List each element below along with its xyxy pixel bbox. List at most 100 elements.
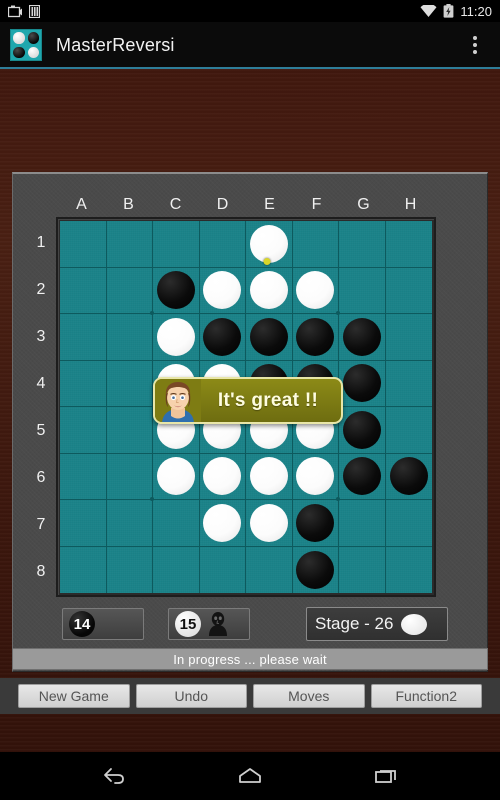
- board-cell-F8[interactable]: [292, 546, 339, 593]
- board-cell-B5[interactable]: [106, 407, 153, 454]
- board-cell-E7[interactable]: [246, 500, 293, 547]
- board-cell-H3[interactable]: [385, 314, 432, 361]
- board-cell-B3[interactable]: [106, 314, 153, 361]
- board-cell-D3[interactable]: [199, 314, 246, 361]
- board-cell-G6[interactable]: [339, 453, 386, 500]
- board-cell-C3[interactable]: [153, 314, 200, 361]
- board-cell-F1[interactable]: [292, 221, 339, 268]
- board-cell-C2[interactable]: [153, 267, 200, 314]
- board-cell-H4[interactable]: [385, 360, 432, 407]
- board-star-point: [336, 497, 340, 501]
- board-cell-G5[interactable]: [339, 407, 386, 454]
- board-cell-D7[interactable]: [199, 500, 246, 547]
- speech-bubble-text: It's great !!: [217, 389, 319, 411]
- current-turn-disc: [401, 613, 428, 635]
- black-disc: [296, 317, 335, 356]
- board-cell-D2[interactable]: [199, 267, 246, 314]
- board-cell-F7[interactable]: [292, 500, 339, 547]
- board-cell-E3[interactable]: [246, 314, 293, 361]
- black-disc: [296, 550, 335, 589]
- board-cell-H7[interactable]: [385, 500, 432, 547]
- board-cell-E1[interactable]: [246, 221, 293, 268]
- board-cell-D8[interactable]: [199, 546, 246, 593]
- row-label: 5: [36, 421, 46, 439]
- board-cell-D6[interactable]: [199, 453, 246, 500]
- board-cell-G4[interactable]: [339, 360, 386, 407]
- board-cell-F3[interactable]: [292, 314, 339, 361]
- column-label: A: [76, 196, 87, 213]
- black-disc: [342, 364, 381, 403]
- home-icon[interactable]: [228, 756, 272, 796]
- board-cell-A1[interactable]: [60, 221, 107, 268]
- board-cell-D1[interactable]: [199, 221, 246, 268]
- board-cell-C8[interactable]: [153, 546, 200, 593]
- board-row-labels: 1 2 3 4 5 6 7 8: [26, 219, 56, 595]
- board-cell-A2[interactable]: [60, 267, 107, 314]
- overflow-menu-icon[interactable]: [460, 25, 490, 65]
- row-label: 1: [36, 233, 46, 251]
- board-cell-F2[interactable]: [292, 267, 340, 315]
- white-disc: [203, 271, 242, 310]
- app-title-bar: MasterReversi: [0, 22, 500, 68]
- row-label: 8: [36, 562, 46, 580]
- board-cell-A5[interactable]: [60, 407, 107, 454]
- white-disc: [249, 503, 288, 542]
- board-cell-C1[interactable]: [153, 221, 200, 268]
- white-disc: [249, 271, 288, 310]
- black-disc: [249, 317, 288, 356]
- board-cell-G1[interactable]: [339, 221, 386, 268]
- black-disc: [296, 503, 335, 542]
- back-icon[interactable]: [92, 756, 136, 796]
- white-disc: [296, 271, 335, 310]
- board-cell-A4[interactable]: [60, 360, 107, 407]
- status-message: In progress ... please wait: [12, 648, 488, 670]
- moves-button[interactable]: Moves: [253, 684, 365, 708]
- board-cell-B7[interactable]: [106, 500, 153, 547]
- board-cell-G2[interactable]: [339, 267, 386, 314]
- new-game-button[interactable]: New Game: [18, 684, 130, 708]
- white-score-disc: 15: [175, 611, 201, 637]
- board-cell-H1[interactable]: [385, 221, 432, 268]
- board-cell-A7[interactable]: [60, 500, 107, 547]
- board-cell-C6[interactable]: [153, 453, 200, 500]
- board-cell-A3[interactable]: [60, 314, 107, 361]
- white-disc: [249, 457, 288, 496]
- recents-icon[interactable]: [364, 756, 408, 796]
- board-cell-H8[interactable]: [385, 546, 432, 593]
- board-cell-F6[interactable]: [292, 453, 340, 501]
- board-cell-B8[interactable]: [106, 546, 153, 593]
- board-cell-A6[interactable]: [60, 453, 107, 500]
- speech-bubble: It's great !!: [153, 377, 343, 424]
- board-cell-H2[interactable]: [385, 267, 432, 314]
- board-cell-B1[interactable]: [106, 221, 153, 268]
- column-label: G: [357, 196, 370, 213]
- board-cell-G8[interactable]: [339, 546, 386, 593]
- undo-button[interactable]: Undo: [135, 684, 247, 708]
- row-label: 3: [36, 327, 46, 345]
- white-disc: [203, 457, 242, 496]
- android-status-bar: 11:20: [0, 0, 500, 22]
- board-cell-B4[interactable]: [106, 360, 153, 407]
- board-cell-C7[interactable]: [153, 500, 200, 547]
- function2-button[interactable]: Function2: [370, 684, 482, 708]
- human-player-icon: [207, 612, 229, 636]
- board-cell-B6[interactable]: [106, 453, 154, 501]
- board-cell-E6[interactable]: [246, 453, 293, 500]
- board-cell-E8[interactable]: [246, 546, 293, 593]
- board-cell-A8[interactable]: [60, 546, 107, 593]
- wifi-icon: [420, 3, 437, 18]
- board-cell-H5[interactable]: [385, 407, 432, 454]
- row-label: 7: [36, 515, 46, 533]
- white-disc: [156, 317, 195, 356]
- board-cell-H6[interactable]: [385, 453, 432, 500]
- app-root: 11:20 MasterReversi A B C D E F G H 1 2 …: [0, 0, 500, 800]
- column-label: H: [404, 196, 417, 213]
- board-cell-G3[interactable]: [339, 314, 386, 361]
- black-disc: [342, 317, 381, 356]
- board-cell-B2[interactable]: [106, 267, 154, 315]
- board-cell-E2[interactable]: [246, 267, 293, 314]
- black-score-disc: 14: [69, 611, 95, 637]
- status-bar-right: 11:20: [420, 3, 492, 19]
- column-label: C: [169, 196, 182, 213]
- board-cell-G7[interactable]: [339, 500, 386, 547]
